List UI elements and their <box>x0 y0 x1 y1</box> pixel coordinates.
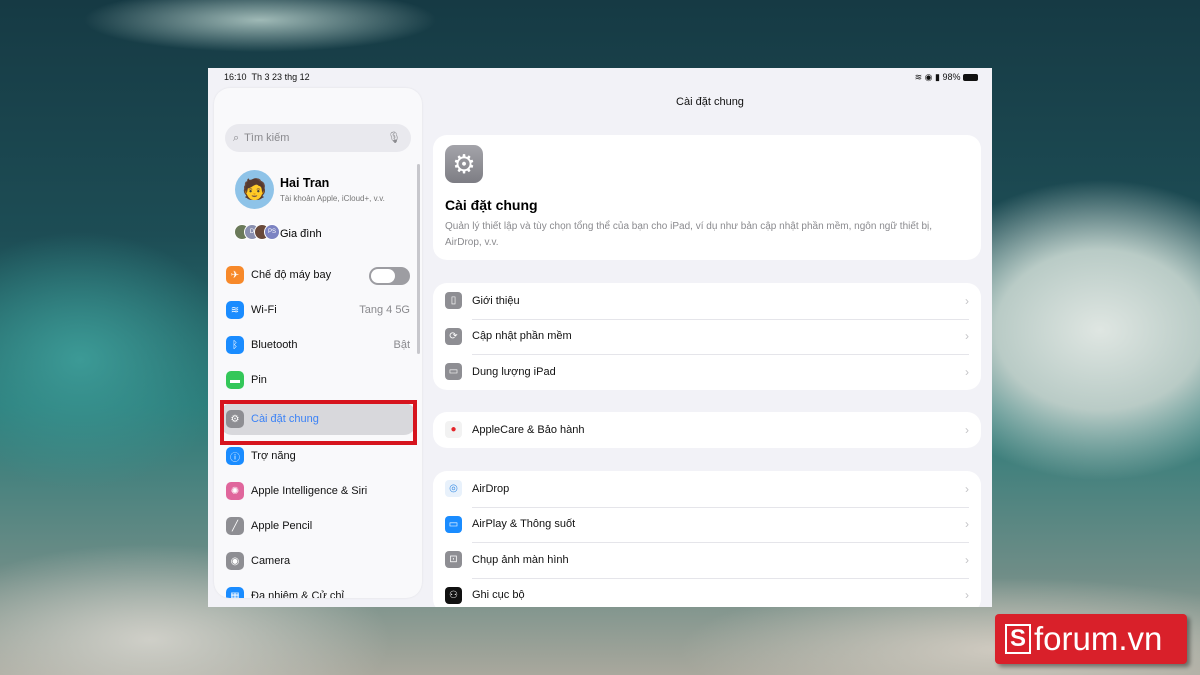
search-icon: ⌕ <box>233 131 240 144</box>
header-title: Cài đặt chung <box>445 197 538 213</box>
chevron-right-icon: › <box>965 329 969 344</box>
sidebar-item[interactable]: ≋ Wi-Fi Tang 4 5G <box>226 295 410 325</box>
settings-row[interactable]: ⊡ Chụp ảnh màn hình › <box>433 542 981 578</box>
family-avatars: D PS <box>234 224 280 240</box>
chevron-right-icon: › <box>965 422 969 437</box>
row-label: AirPlay & Thông suốt <box>472 518 576 531</box>
bluetooth-icon: ᛒ <box>226 336 244 354</box>
apple-intelligence-icon: ✺ <box>226 482 244 500</box>
family-label[interactable]: Gia đình <box>280 228 322 240</box>
search-input[interactable]: ⌕ Tìm kiếm 🎙︎ <box>225 124 411 152</box>
screenshot-icon: ⊡ <box>445 551 462 569</box>
chevron-right-icon: › <box>965 552 969 567</box>
sidebar-item[interactable]: ⚙ Cài đặt chung <box>220 403 416 435</box>
nav-title: Cài đặt chung <box>676 96 744 108</box>
lock-icon: ▮ <box>935 72 940 82</box>
chevron-right-icon: › <box>965 481 969 496</box>
sidebar-item-label: Apple Pencil <box>251 520 313 532</box>
settings-row[interactable]: ⚇ Ghi cục bộ › <box>433 577 981 608</box>
sidebar-item[interactable]: ᛒ Bluetooth Bật <box>226 330 410 360</box>
airplane-icon: ✈ <box>226 266 244 284</box>
user-name[interactable]: Hai Tran <box>280 176 329 190</box>
software-update-icon: ⟳ <box>445 327 462 345</box>
sidebar-item[interactable]: ✺ Apple Intelligence & Siri <box>226 476 410 506</box>
sidebar-item[interactable]: ▦ Đa nhiệm & Cử chỉ <box>226 581 410 598</box>
settings-row[interactable]: ▭ Dung lượng iPad › <box>433 354 981 390</box>
sidebar-item[interactable]: ◉ Camera <box>226 546 410 576</box>
sidebar: ⌕ Tìm kiếm 🎙︎ 🧑 Hai Tran Tài khoản Apple… <box>214 88 422 598</box>
gear-icon: ⚙ <box>226 410 244 428</box>
multitasking-icon: ▦ <box>226 587 244 598</box>
scrollbar[interactable] <box>417 164 420 354</box>
row-label: Chụp ảnh màn hình <box>472 553 569 566</box>
airdrop-icon: ◎ <box>445 480 462 498</box>
settings-row[interactable]: ◎ AirDrop › <box>433 471 981 507</box>
sidebar-item-value: Tang 4 5G <box>359 304 410 316</box>
sidebar-item-label: Đa nhiệm & Cử chỉ <box>251 590 344 598</box>
row-label: Cập nhật phần mềm <box>472 330 572 343</box>
wifi-icon: ≋ <box>226 301 244 319</box>
battery-icon <box>963 74 978 82</box>
user-subtitle[interactable]: Tài khoản Apple, iCloud+, v.v. <box>280 194 385 203</box>
camera-icon: ◉ <box>226 552 244 570</box>
ipad-icon: ▯ <box>445 292 462 310</box>
pencil-icon: ╱ <box>226 517 244 535</box>
header-description: Quản lý thiết lập và tùy chọn tổng thể c… <box>445 221 933 248</box>
row-label: Dung lượng iPad <box>472 365 556 378</box>
status-indicators: ≋ ◉ ▮ 98% <box>915 72 978 83</box>
sidebar-item-label: Apple Intelligence & Siri <box>251 485 368 497</box>
row-label: AirDrop <box>472 482 510 495</box>
sidebar-item[interactable]: ✈ Chế độ máy bay <box>226 260 410 290</box>
accessibility-icon: ⓘ <box>226 447 244 465</box>
sidebar-item-label: Pin <box>251 374 267 386</box>
sforum-logo: Sforum.vn <box>995 614 1187 664</box>
sidebar-item[interactable]: ▬ Pin <box>226 365 410 395</box>
chevron-right-icon: › <box>965 293 969 308</box>
sidebar-item[interactable]: ⓘ Trợ năng <box>226 441 410 471</box>
sidebar-item[interactable]: ╱ Apple Pencil <box>226 511 410 541</box>
row-label: Giới thiệu <box>472 294 520 307</box>
airplane-mode-toggle[interactable] <box>369 267 410 285</box>
search-placeholder: Tìm kiếm <box>244 132 290 144</box>
location-icon: ◉ <box>924 72 933 82</box>
group-airdrop: ◎ AirDrop › ▭ AirPlay & Thông suốt › ⊡ Chụp ảnh… <box>433 471 981 607</box>
sidebar-item-label: Trợ năng <box>251 450 296 462</box>
sidebar-item-label: Wi-Fi <box>251 304 277 316</box>
sidebar-item-label: Chế độ máy bay <box>251 269 332 281</box>
settings-row[interactable]: ▭ AirPlay & Thông suốt › <box>433 506 981 543</box>
airplay-icon: ▭ <box>445 515 462 533</box>
battery-icon: ▬ <box>226 371 244 389</box>
status-time: 16:10 Th 3 23 thg 12 <box>224 72 310 82</box>
sidebar-item-label: Camera <box>251 555 291 567</box>
chevron-right-icon: › <box>965 588 969 603</box>
gear-icon: ⚙ <box>445 145 483 183</box>
header-card: ⚙ Cài đặt chung Quản lý thiết lập và tùy… <box>433 135 981 260</box>
group-applecare: ● AppleCare & Bảo hành › <box>433 412 981 448</box>
avatar[interactable]: 🧑 <box>235 170 274 209</box>
settings-row[interactable]: ⟳ Cập nhật phần mềm › <box>433 318 981 355</box>
group-about: ▯ Giới thiệu › ⟳ Cập nhật phần mềm › ▭ Dung lượ… <box>433 283 981 390</box>
wifi-status-icon: ≋ <box>914 72 923 82</box>
chevron-right-icon: › <box>965 364 969 379</box>
storage-icon: ▭ <box>445 363 462 381</box>
local-capture-icon: ⚇ <box>445 586 462 604</box>
apple-icon: ● <box>445 421 462 439</box>
battery-percent: 98% <box>942 72 961 82</box>
chevron-right-icon: › <box>965 517 969 532</box>
settings-row[interactable]: ▯ Giới thiệu › <box>433 283 981 319</box>
row-label: Ghi cục bộ <box>472 589 525 602</box>
sidebar-item-label: Bluetooth <box>251 339 298 351</box>
ipad-screen: 16:10 Th 3 23 thg 12 ≋ ◉ ▮ 98% ⌕ Tìm kiế… <box>208 68 992 607</box>
sidebar-item-label: Cài đặt chung <box>251 413 319 425</box>
microphone-icon[interactable]: 🎙︎ <box>387 131 401 144</box>
row-label: AppleCare & Bảo hành <box>472 423 585 436</box>
sidebar-item-value: Bật <box>393 339 410 351</box>
settings-row[interactable]: ● AppleCare & Bảo hành › <box>433 412 981 448</box>
